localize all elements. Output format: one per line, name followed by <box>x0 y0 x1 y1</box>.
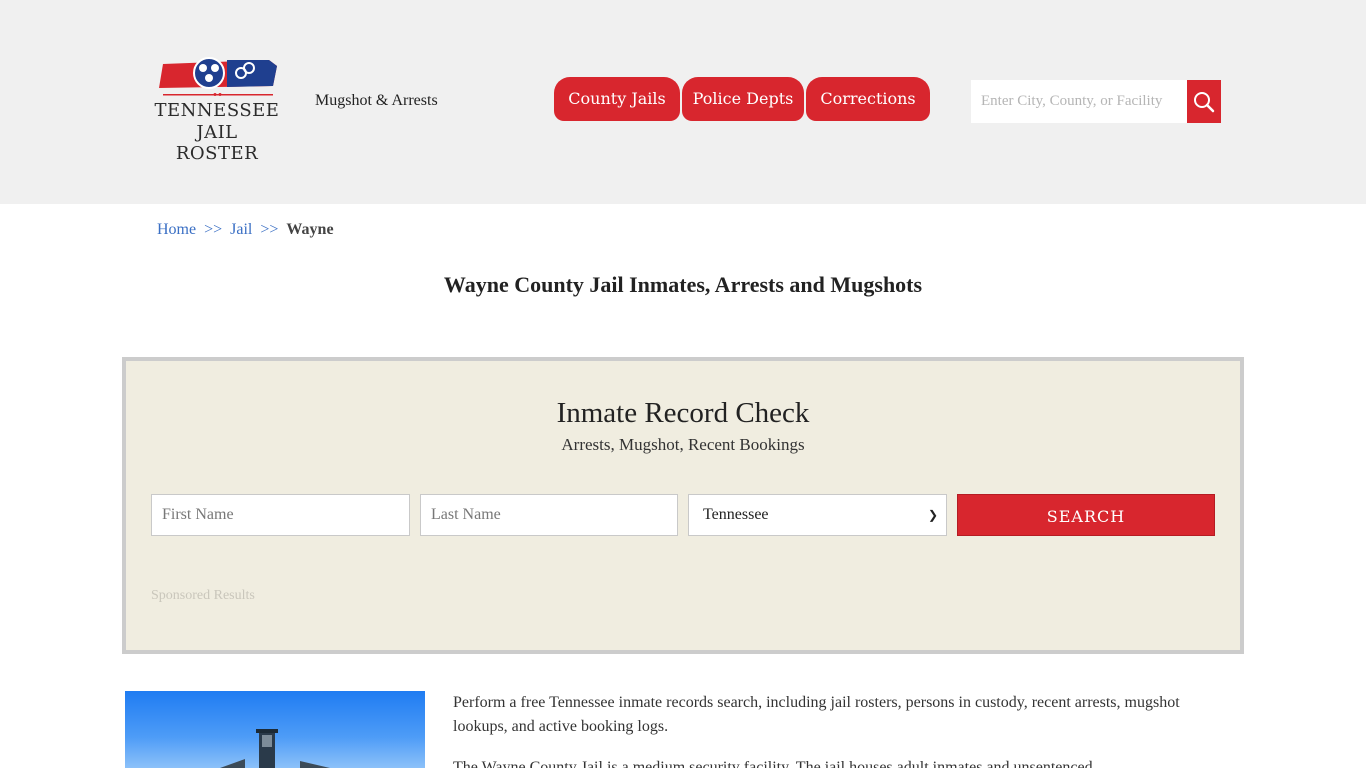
state-select-value: Tennessee <box>703 506 769 523</box>
nav-county-jails[interactable]: County Jails <box>554 77 680 121</box>
breadcrumb: Home >> Jail >> Wayne <box>157 221 334 239</box>
breadcrumb-home[interactable]: Home <box>157 221 196 238</box>
chevron-down-icon: ❯ <box>927 508 938 522</box>
intro-paragraph: Perform a free Tennessee inmate records … <box>453 694 1180 735</box>
record-check-title: Inmate Record Check <box>556 397 810 429</box>
header-search <box>971 80 1221 123</box>
record-check-subtitle: Arrests, Mugshot, Recent Bookings <box>561 435 805 454</box>
nav-corrections[interactable]: Corrections <box>806 77 930 121</box>
site-header: TENNESSEE JAIL ROSTER Mugshot & Arrests … <box>0 0 1366 204</box>
logo-text-line1: TENNESSEE <box>154 100 280 121</box>
page-title: Wayne County Jail Inmates, Arrests and M… <box>443 272 923 297</box>
site-logo[interactable]: TENNESSEE JAIL ROSTER <box>153 56 283 164</box>
intro-paragraph-2: The Wayne County Jail is a medium securi… <box>453 759 1093 768</box>
first-name-input[interactable] <box>151 494 410 536</box>
jail-photo <box>125 691 425 768</box>
breadcrumb-current: Wayne <box>286 221 334 238</box>
building-tower-image <box>220 729 330 768</box>
breadcrumb-jail[interactable]: Jail <box>230 221 252 238</box>
breadcrumb-separator: >> <box>204 221 223 238</box>
breadcrumb-separator: >> <box>260 221 279 238</box>
header-search-input[interactable] <box>971 80 1187 123</box>
state-select[interactable]: Tennessee ❯ <box>688 494 947 536</box>
header-search-button[interactable] <box>1187 80 1221 123</box>
record-search-button[interactable]: SEARCH <box>957 494 1215 536</box>
logo-text-line2: JAIL ROSTER <box>175 122 259 164</box>
last-name-input[interactable] <box>420 494 678 536</box>
sponsored-results-label: Sponsored Results <box>151 588 255 603</box>
inmate-record-check-panel: Inmate Record Check Arrests, Mugshot, Re… <box>122 357 1244 654</box>
site-tagline: Mugshot & Arrests <box>315 92 438 109</box>
search-icon <box>1194 91 1215 112</box>
nav-police-depts[interactable]: Police Depts <box>682 77 804 121</box>
tennessee-flag-logo-icon <box>159 57 277 96</box>
